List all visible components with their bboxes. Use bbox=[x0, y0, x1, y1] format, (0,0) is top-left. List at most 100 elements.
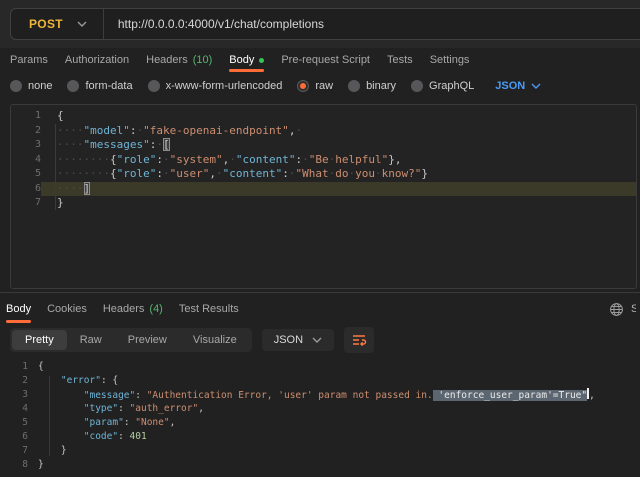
whitespace-dot: · bbox=[375, 167, 382, 180]
line-number: 7 bbox=[0, 444, 28, 458]
view-button-pretty[interactable]: Pretty bbox=[12, 330, 67, 350]
tab-label: Params bbox=[10, 54, 48, 66]
request-body-editor[interactable]: 1{2····"model":·"fake-openai-endpoint",·… bbox=[10, 104, 637, 289]
radio-icon bbox=[348, 80, 360, 92]
whitespace-dot: · bbox=[77, 124, 84, 137]
view-button-visualize[interactable]: Visualize bbox=[180, 330, 250, 350]
token-str: "auth_error" bbox=[130, 403, 199, 414]
line-number: 6 bbox=[0, 430, 28, 444]
code-line-1: 1{ bbox=[11, 109, 636, 124]
whitespace-dot: · bbox=[103, 153, 110, 166]
token-str: "fake-openai-endpoint" bbox=[143, 124, 289, 137]
line-number: 4 bbox=[0, 402, 28, 416]
whitespace-dot: · bbox=[163, 153, 170, 166]
tab-label: Settings bbox=[430, 54, 470, 66]
tab-pre-request-script[interactable]: Pre-request Script bbox=[281, 48, 370, 72]
method-label: POST bbox=[29, 17, 63, 31]
chevron-down-icon bbox=[312, 337, 322, 343]
body-type-label: binary bbox=[366, 80, 396, 92]
whitespace-dot: · bbox=[216, 167, 223, 180]
token-punc: } bbox=[57, 196, 64, 209]
code-content: "code": 401 bbox=[28, 430, 640, 444]
response-meta: S bbox=[609, 302, 636, 317]
request-format-label: JSON bbox=[495, 80, 525, 92]
token-ws bbox=[38, 403, 84, 414]
body-type-option-binary[interactable]: binary bbox=[348, 80, 396, 92]
response-format-label: JSON bbox=[274, 334, 303, 346]
token-bm: [ bbox=[163, 138, 170, 151]
code-line-1: 1{ bbox=[0, 360, 640, 374]
whitespace-dot: · bbox=[57, 153, 64, 166]
wrap-text-icon bbox=[351, 332, 367, 348]
tab-settings[interactable]: Settings bbox=[430, 48, 470, 72]
tab-authorization[interactable]: Authorization bbox=[65, 48, 129, 72]
line-number: 8 bbox=[0, 458, 28, 472]
view-button-raw[interactable]: Raw bbox=[67, 330, 115, 350]
method-select[interactable]: POST bbox=[11, 9, 103, 39]
line-number: 1 bbox=[11, 109, 41, 124]
tab-label: Body bbox=[6, 303, 31, 315]
request-url-bar: POST http://0.0.0.0:4000/v1/chat/complet… bbox=[0, 0, 640, 48]
response-format-select[interactable]: JSON bbox=[262, 329, 334, 351]
response-tab-body[interactable]: Body bbox=[6, 295, 31, 323]
token-punc: { bbox=[110, 153, 117, 166]
token-key: "content" bbox=[236, 153, 296, 166]
tab-tests[interactable]: Tests bbox=[387, 48, 413, 72]
tab-body[interactable]: Body bbox=[229, 48, 264, 72]
tab-params[interactable]: Params bbox=[10, 48, 48, 72]
token-key: "code" bbox=[84, 431, 118, 442]
view-button-preview[interactable]: Preview bbox=[115, 330, 180, 350]
body-type-label: form-data bbox=[85, 80, 132, 92]
token-ws bbox=[38, 417, 84, 428]
token-punc: : bbox=[156, 167, 163, 180]
response-body-viewer[interactable]: 1{2 "error": {3 "message": "Authenticati… bbox=[0, 360, 640, 472]
line-number: 2 bbox=[0, 374, 28, 388]
token-punc: } bbox=[61, 445, 67, 456]
tab-label: Headers bbox=[146, 54, 188, 66]
token-punc: : bbox=[118, 403, 129, 414]
token-str: "Be bbox=[309, 153, 329, 166]
token-punc: , bbox=[209, 167, 216, 180]
body-type-option-x-www-form-urlencoded[interactable]: x-www-form-urlencoded bbox=[148, 80, 283, 92]
token-punc: { bbox=[38, 361, 44, 372]
tab-headers[interactable]: Headers(10) bbox=[146, 48, 212, 72]
body-type-option-form-data[interactable]: form-data bbox=[67, 80, 132, 92]
whitespace-dot: · bbox=[70, 138, 77, 151]
whitespace-dot: · bbox=[156, 138, 163, 151]
whitespace-dot: · bbox=[57, 167, 64, 180]
code-line-4: 4 "type": "auth_error", bbox=[0, 402, 640, 416]
token-key: "error" bbox=[61, 375, 101, 386]
whitespace-dot: · bbox=[77, 138, 84, 151]
whitespace-dot: · bbox=[90, 153, 97, 166]
request-format-select[interactable]: JSON bbox=[495, 80, 541, 92]
response-tab-cookies[interactable]: Cookies bbox=[47, 295, 87, 323]
whitespace-dot: · bbox=[302, 153, 309, 166]
token-str: "user" bbox=[170, 167, 210, 180]
body-type-option-graphql[interactable]: GraphQL bbox=[411, 80, 474, 92]
code-content: ····] bbox=[41, 182, 636, 197]
radio-icon bbox=[148, 80, 160, 92]
code-line-7: 7 } bbox=[0, 444, 640, 458]
tab-label: Headers bbox=[103, 303, 145, 315]
code-line-3: 3····"messages":·[ bbox=[11, 138, 636, 153]
body-type-option-none[interactable]: none bbox=[10, 80, 52, 92]
response-view-switcher: PrettyRawPreviewVisualize bbox=[10, 328, 252, 352]
code-content: } bbox=[28, 444, 640, 458]
whitespace-dot: · bbox=[77, 167, 84, 180]
body-type-option-raw[interactable]: raw bbox=[297, 80, 333, 92]
token-punc: : bbox=[156, 153, 163, 166]
radio-icon bbox=[67, 80, 79, 92]
chevron-down-icon bbox=[77, 21, 87, 27]
url-input[interactable]: http://0.0.0.0:4000/v1/chat/completions bbox=[104, 17, 324, 31]
tab-label: Authorization bbox=[65, 54, 129, 66]
token-key: "role" bbox=[117, 167, 157, 180]
code-line-8: 8} bbox=[0, 458, 640, 472]
response-tab-headers[interactable]: Headers(4) bbox=[103, 295, 163, 323]
token-punc: , bbox=[170, 417, 176, 428]
wrap-text-button[interactable] bbox=[344, 327, 374, 353]
token-num: 401 bbox=[130, 431, 147, 442]
line-number: 1 bbox=[0, 360, 28, 374]
response-tab-test-results[interactable]: Test Results bbox=[179, 295, 239, 323]
whitespace-dot: · bbox=[103, 167, 110, 180]
code-content: "message": "Authentication Error, 'user'… bbox=[28, 388, 640, 402]
